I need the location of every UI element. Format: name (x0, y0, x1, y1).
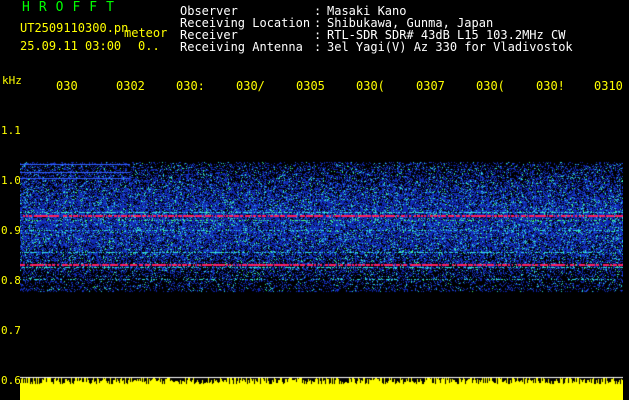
y-tick-label: 1.0 (1, 174, 21, 187)
x-tick-label: 030( (356, 79, 385, 93)
x-tick-label: 0307 (416, 79, 445, 93)
y-tick-label: 0.7 (1, 324, 21, 337)
date-time: 25.09.11 03:00 (20, 39, 122, 53)
spectrogram-canvas (20, 92, 623, 400)
x-tick-label: 0310 (594, 79, 623, 93)
axis-unit-label: kHz (2, 74, 22, 87)
date-suffix: 0.. (138, 39, 160, 53)
antenna-colon: : (314, 40, 322, 54)
x-tick-label: 030( (476, 79, 505, 93)
x-tick-label: 030! (536, 79, 565, 93)
x-tick-label: 030/ (236, 79, 265, 93)
y-tick-label: 0.8 (1, 274, 21, 287)
file-name: UT2509110300.pn (20, 21, 129, 35)
antenna-key: Receiving Antenna (180, 40, 303, 54)
y-tick-label: 1.1 (1, 124, 21, 137)
x-tick-label: 0305 (296, 79, 325, 93)
x-tick-label: 030: (176, 79, 205, 93)
antenna-value: 3el Yagi(V) Az 330 for Vladivostok (327, 40, 573, 54)
file-type-label: meteor (124, 26, 168, 40)
y-tick-label: 0.6 (1, 374, 21, 387)
y-tick-label: 0.9 (1, 224, 21, 237)
x-tick-label: 0302 (116, 79, 145, 93)
app-title: HROFFT (22, 0, 123, 15)
x-tick-label: 030 (56, 79, 78, 93)
